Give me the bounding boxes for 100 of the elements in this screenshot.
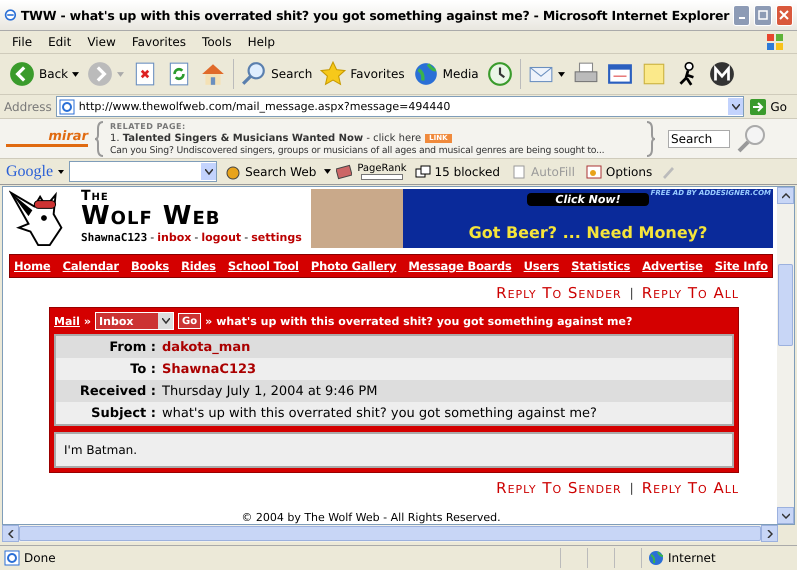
separator: » [205,314,212,328]
field-label: Received : [78,384,156,399]
separator: | [630,286,634,300]
windows-icon [414,164,431,180]
copyright: © 2004 by The Wolf Web - All Rights Reserved. [240,511,502,524]
google-logo[interactable]: Google [6,162,54,180]
search-icon[interactable] [736,124,766,154]
security-zone: Internet [668,551,716,565]
form-icon [511,164,528,180]
close-icon [779,10,790,20]
menu-item[interactable]: Favorites [124,35,194,49]
nav-link[interactable]: Photo Gallery [310,258,396,273]
menu-item[interactable]: Edit [40,35,80,49]
mirar-logo: mirar [6,130,88,147]
window-title: TWW - what's up with this overrated shit? you got something against me? - Microsoft Internet Explorer [20,8,730,22]
nav-link[interactable]: Rides [181,258,216,273]
chevron-down-icon [732,104,740,110]
minimize-icon [738,17,745,19]
nav-link[interactable]: Home [14,258,51,273]
go-button[interactable]: Go [178,313,202,330]
menu-item[interactable]: View [79,35,124,49]
google-search-field[interactable] [69,161,218,182]
windows-flag-icon [765,32,785,52]
folder-dropdown[interactable]: Inbox [95,312,174,330]
nav-link[interactable]: Users [524,258,560,273]
separator: - [150,232,154,243]
related-page-heading: RELATED PAGE: [110,120,187,132]
reply-link[interactable]: Reply To All [642,479,739,498]
site-logo-prefix: The [81,189,110,203]
site-logo: Wolf Web [81,203,222,229]
username: ShawnaC123 [81,232,148,243]
dropdown-caret-icon [72,72,80,76]
field-label: From : [108,340,156,355]
scrollbar-thumb[interactable] [778,264,793,346]
field-label: Subject : [90,406,156,421]
menu-item[interactable]: Tools [194,35,240,49]
search-field[interactable]: Search [668,130,730,148]
dropdown-caret-icon [58,170,64,174]
address-label: Address [4,100,52,114]
horizontal-scrollbar[interactable] [2,525,795,542]
dropdown-caret-icon [324,169,332,174]
field-value: what's up with this overrated shit? you got something against me? [162,406,597,421]
popup-blocker-button[interactable]: 15 blocked [412,164,504,180]
click-now-button[interactable]: Click Now! [527,193,649,206]
go-button[interactable]: Go [748,98,793,114]
user-link[interactable]: settings [251,232,302,243]
ad-headline: Got Beer? ... Need Money? [468,223,708,242]
globe-icon [648,550,664,566]
page-icon [58,98,75,114]
back-button[interactable]: Back [6,59,82,89]
reply-link[interactable]: Reply To Sender [496,284,622,302]
reply-link[interactable]: Reply To All [642,284,739,302]
search-button[interactable]: Search [238,59,316,89]
nav-link[interactable]: Message Boards [408,258,512,273]
separator: | [630,481,634,496]
maximize-button[interactable] [754,4,772,26]
chevron-down-icon [204,168,213,174]
field-link[interactable]: ShawnaC123 [162,362,256,377]
vertical-scrollbar[interactable] [777,187,794,524]
nav-link[interactable]: Advertise [642,258,703,273]
user-link[interactable]: inbox [157,232,192,243]
reply-link[interactable]: Reply To Sender [496,479,622,498]
field-label: To : [129,362,156,377]
binoculars-icon [225,164,242,180]
menu-item[interactable]: File [4,35,40,49]
chevron-down-icon [782,512,790,518]
favorites-button[interactable]: Favorites [317,59,408,89]
related-description: Can you Sing? Undiscovered singers, groups or musicians of all ages and musical genres are being sought to... [110,144,606,156]
search-icon [241,61,268,87]
field-value: Thursday July 1, 2004 at 9:46 PM [162,384,378,399]
search-web-button[interactable]: Search Web [222,164,320,180]
media-button[interactable]: Media [410,59,482,89]
arrow-right-icon [750,98,766,114]
menu-item[interactable]: Help [240,35,283,49]
address-field[interactable]: http://www.thewolfweb.com/mail_message.aspx?message=494440 [56,96,744,117]
note-icon [640,61,667,87]
dropdown-button[interactable] [728,98,744,115]
maximize-icon [758,10,768,20]
message-body: I'm Batman. [64,443,138,458]
page-icon [4,550,20,566]
pagerank-meter: PageRank [357,163,407,180]
minimize-button[interactable] [733,4,750,26]
user-link[interactable]: logout [201,232,242,243]
close-button[interactable] [776,4,793,26]
field-link[interactable]: dakota_man [162,340,250,355]
related-link[interactable]: 1. Talented Singers & Musicians Wanted Now - click here [110,132,422,144]
nav-link[interactable]: Books [130,258,169,273]
clock-icon [486,61,513,87]
message-title: what's up with this overrated shit? you got something against me? [216,314,632,328]
chevron-left-icon [8,530,14,538]
nav-link[interactable]: Calendar [62,258,119,273]
separator: - [194,232,198,243]
globe-icon [412,61,439,87]
nav-link[interactable]: School Tool [228,258,299,273]
chevron-up-icon [782,192,790,198]
dropdown-caret-icon [558,72,565,76]
nav-link[interactable]: Statistics [571,258,630,273]
options-button[interactable]: Options [582,164,656,180]
mail-link[interactable]: Mail [54,314,80,328]
nav-link[interactable]: Site Info [714,258,768,273]
